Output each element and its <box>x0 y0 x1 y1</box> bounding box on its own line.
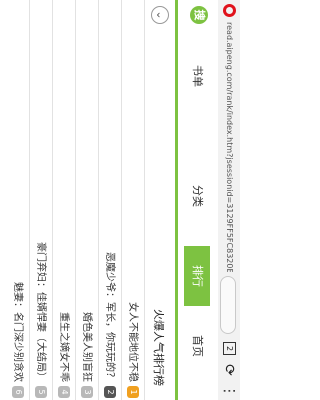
browser-toolbar: read.aipeng.com/rank/index.htm?jsessioni… <box>217 0 240 400</box>
nav-item-home[interactable]: 首页 <box>186 326 208 366</box>
nav-item-ranking-active[interactable]: 排行 <box>184 246 210 306</box>
rank-badge: 6 <box>12 386 24 398</box>
panel-title: 火爆人气排行榜 <box>152 309 165 386</box>
book-title-link[interactable]: 女人不能地位不稳 <box>124 150 140 382</box>
opera-logo-icon[interactable] <box>223 4 236 17</box>
tab-count-button[interactable]: 2 <box>223 342 236 355</box>
rank-badge: 1 <box>127 386 139 398</box>
rank-badge: 5 <box>35 386 47 398</box>
search-pill[interactable] <box>220 276 236 334</box>
more-vertical-icon[interactable]: ⋮ <box>221 384 237 398</box>
book-title-link[interactable]: 魅妻：名门深少别贪欢 <box>9 150 25 382</box>
search-logo-icon[interactable]: 搜 <box>190 6 208 24</box>
rank-badge: 4 <box>58 386 70 398</box>
list-item[interactable]: 3 婚色美人别盲狂 <box>75 0 99 400</box>
site-nav: 搜 书单 分类 排行 首页 <box>175 0 218 400</box>
list-item[interactable]: 2 恶魔少爷：军长，你玩玩的？ <box>98 0 122 400</box>
book-title-link[interactable]: 恶魔少爷：军长，你玩玩的？ <box>101 150 117 382</box>
url-field[interactable]: read.aipeng.com/rank/index.htm?jsessioni… <box>223 22 235 272</box>
list-item[interactable]: 6 魅妻：名门深少别贪欢 <box>6 0 30 400</box>
nav-item-category[interactable]: 分类 <box>186 176 208 216</box>
book-title-link[interactable]: 重生之嫡女不乖 <box>55 150 71 382</box>
list-item[interactable]: 4 重生之嫡女不乖 <box>52 0 76 400</box>
browser-frame: read.aipeng.com/rank/index.htm?jsessioni… <box>0 0 240 400</box>
rank-badge: 2 <box>104 386 116 398</box>
book-title-link[interactable]: 豪门弃妇：佳婿悍妻（大结局） <box>32 150 48 382</box>
list-item[interactable]: 5 豪门弃妇：佳婿悍妻（大结局） <box>29 0 53 400</box>
chevron-down-icon[interactable]: ⌄ <box>151 6 169 24</box>
nav-item-booklist[interactable]: 书单 <box>186 56 208 96</box>
book-title-link[interactable]: 婚色美人别盲狂 <box>78 150 94 382</box>
ranking-list: 1 女人不能地位不稳 2 恶魔少爷：军长，你玩玩的？ 3 婚色美人别盲狂 4 重生之嫡女不乖 5… <box>5 0 145 400</box>
list-item[interactable]: 1 女人不能地位不稳 <box>121 0 145 400</box>
rank-badge: 3 <box>81 386 93 398</box>
ranking-panel: ⌄ 火爆人气排行榜 1 女人不能地位不稳 2 恶魔少爷：军长，你玩玩的？ 3 婚色美人别盲… <box>0 0 175 400</box>
reload-icon[interactable]: ⟳ <box>221 362 237 378</box>
